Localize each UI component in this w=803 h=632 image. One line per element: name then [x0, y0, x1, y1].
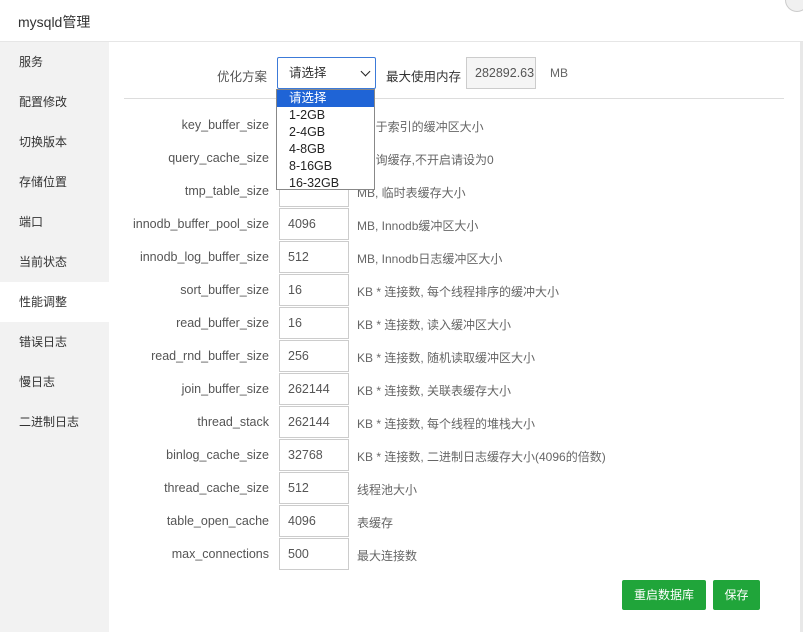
param-value: 16: [288, 316, 302, 330]
sidebar-item-label: 端口: [19, 215, 44, 229]
param-desc: KB * 连接数, 关联表缓存大小: [357, 384, 512, 398]
param-label-read-buffer-size: read_buffer_size: [176, 316, 269, 330]
sidebar-item-label: 配置修改: [19, 95, 68, 109]
param-label-join-buffer-size: join_buffer_size: [181, 382, 269, 396]
param-label-innodb-buffer-pool-size: innodb_buffer_pool_size: [133, 217, 269, 231]
param-value: 32768: [288, 448, 323, 462]
param-label-sort-buffer-size: sort_buffer_size: [180, 283, 269, 297]
restart-db-button[interactable]: 重启数据库: [622, 580, 706, 610]
sidebar-item-error-log[interactable]: 错误日志: [0, 322, 109, 362]
param-value: 262144: [288, 382, 330, 396]
param-input-thread-cache-size[interactable]: 512: [279, 472, 349, 504]
param-input-binlog-cache-size[interactable]: 32768: [279, 439, 349, 471]
param-input-table-open-cache[interactable]: 4096: [279, 505, 349, 537]
param-desc: KB * 连接数, 每个线程排序的缓冲大小: [357, 285, 560, 299]
sidebar-item-label: 慢日志: [19, 375, 56, 389]
param-value: 4096: [288, 514, 316, 528]
divider: [124, 98, 784, 99]
optimize-label: 优化方案: [216, 70, 267, 84]
param-input-innodb-buffer-pool-size[interactable]: 4096: [279, 208, 349, 240]
param-value: 256: [288, 349, 309, 363]
param-desc: MB, Innodb日志缓冲区大小: [357, 252, 503, 266]
param-value: 500: [288, 547, 309, 561]
sidebar-item-label: 存储位置: [19, 175, 68, 189]
sidebar: 服务 配置修改 切换版本 存储位置 端口 当前状态 性能调整 错误日志 慢日志 …: [0, 42, 109, 632]
param-input-read-rnd-buffer-size[interactable]: 256: [279, 340, 349, 372]
window-titlebar: mysqld管理: [0, 0, 803, 42]
param-desc: KB * 连接数, 二进制日志缓存大小(4096的倍数): [357, 450, 606, 464]
param-input-max-connections[interactable]: 500: [279, 538, 349, 570]
window-title: mysqld管理: [18, 14, 91, 30]
param-input-join-buffer-size[interactable]: 262144: [279, 373, 349, 405]
param-value: 262144: [288, 415, 330, 429]
dropdown-option[interactable]: 1-2GB: [277, 107, 374, 124]
max-mem-input[interactable]: 282892.63: [466, 57, 536, 89]
dropdown-option[interactable]: 请选择: [277, 90, 374, 107]
param-label-tmp-table-size: tmp_table_size: [184, 184, 269, 198]
sidebar-item-label: 错误日志: [19, 335, 68, 349]
param-desc: , 用于索引的缓冲区大小: [357, 120, 484, 134]
sidebar-item-storage[interactable]: 存储位置: [0, 162, 109, 202]
sidebar-item-config[interactable]: 配置修改: [0, 82, 109, 122]
sidebar-item-binlog[interactable]: 二进制日志: [0, 402, 109, 442]
sidebar-item-performance[interactable]: 性能调整: [0, 282, 109, 322]
param-desc: 表缓存: [357, 516, 394, 530]
param-label-read-rnd-buffer-size: read_rnd_buffer_size: [151, 349, 269, 363]
param-input-innodb-log-buffer-size[interactable]: 512: [279, 241, 349, 273]
param-desc: 最大连接数: [357, 549, 418, 563]
max-mem-value: 282892.63: [475, 66, 535, 80]
param-desc: 线程池大小: [357, 483, 418, 497]
param-desc: KB * 连接数, 每个线程的堆栈大小: [357, 417, 536, 431]
param-label-innodb-log-buffer-size: innodb_log_buffer_size: [139, 250, 269, 264]
param-value: 16: [288, 283, 302, 297]
dropdown-option[interactable]: 4-8GB: [277, 141, 374, 158]
close-icon[interactable]: [785, 0, 803, 12]
param-value: 4096: [288, 217, 316, 231]
optimize-select[interactable]: 请选择: [277, 57, 376, 89]
optimize-dropdown-list[interactable]: 请选择 1-2GB 2-4GB 4-8GB 8-16GB 16-32GB: [276, 89, 375, 190]
optimize-select-value: 请选择: [289, 66, 327, 80]
param-label-key-buffer-size: key_buffer_size: [181, 118, 269, 132]
sidebar-item-label: 当前状态: [19, 255, 68, 269]
dropdown-option[interactable]: 8-16GB: [277, 158, 374, 175]
max-mem-label: 最大使用内存: [386, 70, 462, 84]
param-label-binlog-cache-size: binlog_cache_size: [166, 448, 269, 462]
sidebar-item-slow-log[interactable]: 慢日志: [0, 362, 109, 402]
param-input-sort-buffer-size[interactable]: 16: [279, 274, 349, 306]
dropdown-option[interactable]: 16-32GB: [277, 175, 374, 192]
param-input-read-buffer-size[interactable]: 16: [279, 307, 349, 339]
dropdown-option[interactable]: 2-4GB: [277, 124, 374, 141]
sidebar-item-port[interactable]: 端口: [0, 202, 109, 242]
sidebar-item-service[interactable]: 服务: [0, 42, 109, 82]
param-input-thread-stack[interactable]: 262144: [279, 406, 349, 438]
param-desc: , 查询缓存,不开启请设为0: [357, 153, 494, 167]
sidebar-item-label: 性能调整: [19, 295, 68, 309]
chevron-down-icon: [360, 66, 371, 77]
param-label-thread-cache-size: thread_cache_size: [164, 481, 269, 495]
sidebar-item-label: 二进制日志: [19, 415, 80, 429]
param-label-thread-stack: thread_stack: [197, 415, 269, 429]
sidebar-item-label: 切换版本: [19, 135, 68, 149]
main-panel: 优化方案 请选择 最大使用内存 282892.63 MB 请选择 1-2GB 2…: [109, 42, 800, 632]
sidebar-item-status[interactable]: 当前状态: [0, 242, 109, 282]
max-mem-unit: MB: [550, 66, 568, 80]
param-label-table-open-cache: table_open_cache: [166, 514, 269, 528]
param-label-query-cache-size: query_cache_size: [168, 151, 269, 165]
param-desc: MB, Innodb缓冲区大小: [357, 219, 479, 233]
sidebar-item-version[interactable]: 切换版本: [0, 122, 109, 162]
sidebar-item-label: 服务: [19, 55, 44, 69]
param-desc: KB * 连接数, 读入缓冲区大小: [357, 318, 512, 332]
param-label-max-connections: max_connections: [171, 547, 269, 561]
param-value: 512: [288, 481, 309, 495]
param-desc: KB * 连接数, 随机读取缓冲区大小: [357, 351, 536, 365]
save-button[interactable]: 保存: [713, 580, 760, 610]
param-value: 512: [288, 250, 309, 264]
